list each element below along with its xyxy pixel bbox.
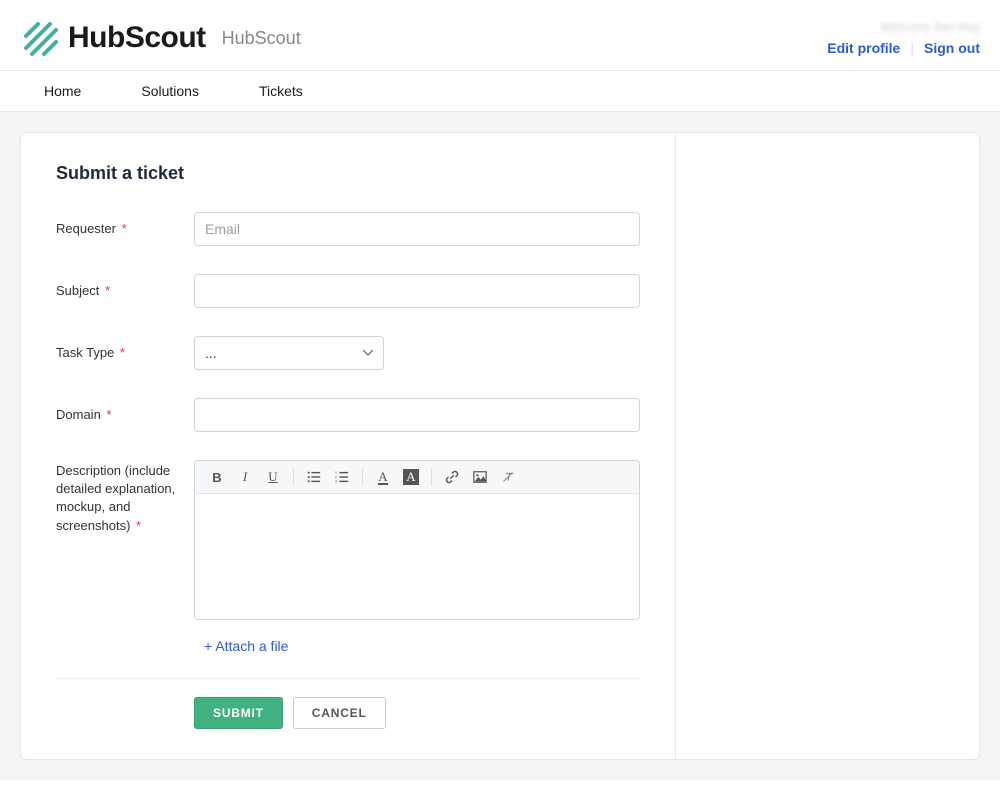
attach-file-link[interactable]: + Attach a file <box>194 638 288 654</box>
header-right: Welcome Ben Ray Edit profile | Sign out <box>827 20 980 56</box>
ticket-form: Submit a ticket Requester * Subject * <box>21 133 676 759</box>
cancel-button[interactable]: CANCEL <box>293 697 386 729</box>
required-marker: * <box>118 221 127 236</box>
row-task-type: Task Type * ... <box>56 336 640 370</box>
row-requester: Requester * <box>56 212 640 246</box>
logo-mark-icon <box>20 18 60 58</box>
text-color-icon[interactable]: A <box>369 465 397 489</box>
required-marker: * <box>132 518 141 533</box>
ordered-list-icon[interactable]: 123 <box>328 465 356 489</box>
side-panel <box>676 133 979 759</box>
subject-input[interactable] <box>194 274 640 308</box>
sign-out-link[interactable]: Sign out <box>924 40 980 56</box>
main-nav: Home Solutions Tickets <box>0 70 1000 112</box>
header-links: Edit profile | Sign out <box>827 40 980 56</box>
label-requester: Requester * <box>56 212 194 238</box>
label-task-type: Task Type * <box>56 336 194 362</box>
welcome-text: Welcome Ben Ray <box>881 20 980 34</box>
toolbar-separator <box>362 468 363 486</box>
brand-subtitle: HubScout <box>222 28 301 49</box>
svg-text:2: 2 <box>335 475 337 479</box>
row-domain: Domain * <box>56 398 640 432</box>
bold-icon[interactable]: B <box>203 465 231 489</box>
page-title: Submit a ticket <box>56 163 640 184</box>
submit-button[interactable]: SUBMIT <box>194 697 283 729</box>
link-icon[interactable] <box>438 465 466 489</box>
required-marker: * <box>103 407 112 422</box>
description-editor[interactable] <box>195 494 639 619</box>
brand-logo[interactable]: HubScout <box>20 18 206 58</box>
row-description: Description (include detailed explanatio… <box>56 460 640 620</box>
task-type-select[interactable]: ... <box>194 336 384 370</box>
unordered-list-icon[interactable] <box>300 465 328 489</box>
label-description: Description (include detailed explanatio… <box>56 460 194 535</box>
rich-text-editor: B I U 123 A A <box>194 460 640 620</box>
italic-icon[interactable]: I <box>231 465 259 489</box>
required-marker: * <box>101 283 110 298</box>
nav-home[interactable]: Home <box>44 71 81 111</box>
actions-divider <box>56 678 640 679</box>
svg-text:3: 3 <box>335 480 337 484</box>
label-subject: Subject * <box>56 274 194 300</box>
app-header: HubScout HubScout Welcome Ben Ray Edit p… <box>0 0 1000 70</box>
brand-name: HubScout <box>68 21 206 55</box>
header-left: HubScout HubScout <box>20 18 301 58</box>
label-domain: Domain * <box>56 398 194 424</box>
form-actions: SUBMIT CANCEL <box>56 697 640 729</box>
edit-profile-link[interactable]: Edit profile <box>827 40 900 56</box>
row-attach: + Attach a file <box>56 638 640 654</box>
row-subject: Subject * <box>56 274 640 308</box>
nav-solutions[interactable]: Solutions <box>141 71 199 111</box>
domain-input[interactable] <box>194 398 640 432</box>
header-divider: | <box>910 40 914 56</box>
svg-text:1: 1 <box>335 471 337 475</box>
toolbar-separator <box>293 468 294 486</box>
page-body: Submit a ticket Requester * Subject * <box>0 112 1000 780</box>
underline-icon[interactable]: U <box>259 465 287 489</box>
background-color-icon[interactable]: A <box>397 465 425 489</box>
editor-toolbar: B I U 123 A A <box>195 461 639 494</box>
nav-tickets[interactable]: Tickets <box>259 71 303 111</box>
content-card: Submit a ticket Requester * Subject * <box>20 132 980 760</box>
requester-input[interactable] <box>194 212 640 246</box>
clear-format-icon[interactable] <box>494 465 522 489</box>
image-icon[interactable] <box>466 465 494 489</box>
toolbar-separator <box>431 468 432 486</box>
required-marker: * <box>116 345 125 360</box>
